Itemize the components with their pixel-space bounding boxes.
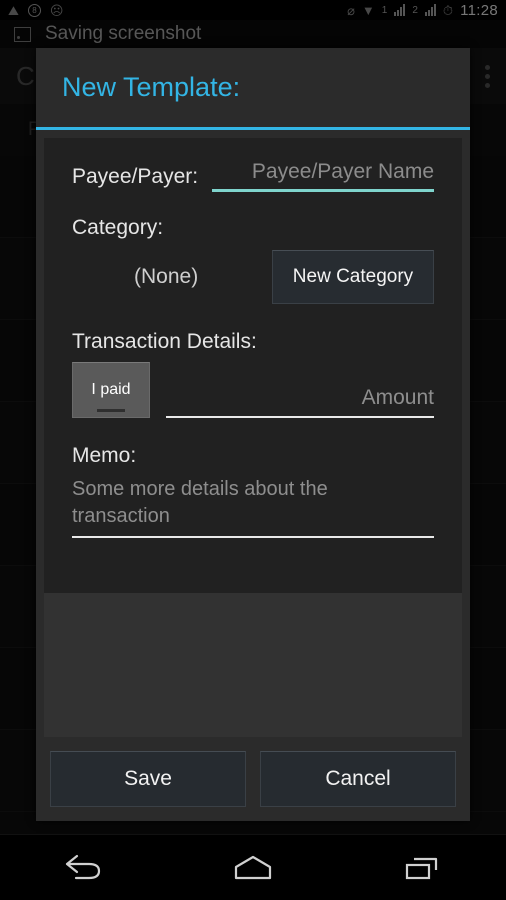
category-selected-value[interactable]: (None) xyxy=(72,265,198,289)
transaction-direction-label: I paid xyxy=(91,381,131,398)
home-icon xyxy=(234,855,272,879)
transaction-details-label: Transaction Details: xyxy=(72,330,257,353)
transaction-row: I paid Amount xyxy=(72,362,434,418)
device-screen: ⛰ 8 ☹ ⌀ ▼ 1 2 ⏱ 11:28 Saving screenshot … xyxy=(0,0,506,900)
memo-label: Memo: xyxy=(72,444,137,467)
payee-label: Payee/Payer: xyxy=(72,165,199,188)
dialog-header: New Template: xyxy=(36,48,470,130)
save-button-label: Save xyxy=(124,767,172,790)
category-label: Category: xyxy=(72,216,164,239)
navigation-bar xyxy=(0,834,506,900)
dialog-title: New Template: xyxy=(62,72,241,102)
memo-placeholder: Some more details about the transaction xyxy=(72,478,328,527)
dialog-button-bar: Save Cancel xyxy=(36,737,470,821)
memo-input[interactable]: Some more details about the transaction xyxy=(72,476,434,538)
new-category-button-label: New Category xyxy=(292,266,414,287)
recents-icon xyxy=(405,857,437,879)
dialog-content: Payee/Payer: Payee/Payer Name Category: … xyxy=(44,138,462,593)
payee-row: Payee/Payer: Payee/Payer Name xyxy=(72,160,434,192)
category-row: (None) New Category xyxy=(72,250,434,304)
save-button[interactable]: Save xyxy=(50,751,246,807)
cancel-button[interactable]: Cancel xyxy=(260,751,456,807)
dialog-filler xyxy=(44,593,462,737)
amount-input[interactable]: Amount xyxy=(166,386,434,418)
nav-recents-button[interactable] xyxy=(377,835,467,900)
transaction-direction-toggle[interactable]: I paid xyxy=(72,362,150,418)
new-category-button[interactable]: New Category xyxy=(272,250,434,304)
nav-home-button[interactable] xyxy=(208,835,298,900)
payee-input[interactable]: Payee/Payer Name xyxy=(212,160,434,192)
back-icon xyxy=(66,854,101,879)
payee-placeholder: Payee/Payer Name xyxy=(251,160,434,183)
nav-back-button[interactable] xyxy=(39,835,129,900)
amount-placeholder: Amount xyxy=(361,386,434,409)
cancel-button-label: Cancel xyxy=(325,767,391,790)
new-template-dialog: New Template: Payee/Payer: Payee/Payer N… xyxy=(36,48,470,821)
